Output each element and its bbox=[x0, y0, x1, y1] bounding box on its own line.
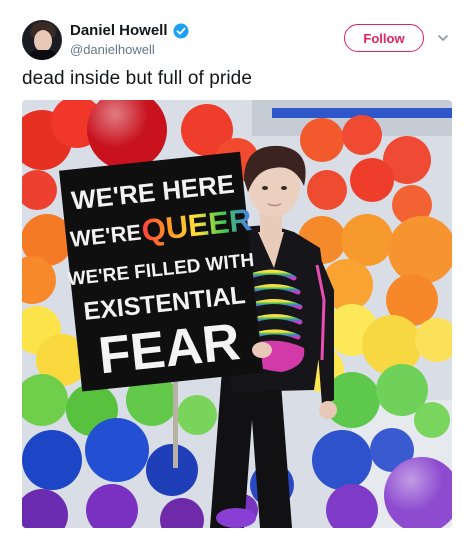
protest-sign: WE'RE HERE WE'RE QUEER WE'RE FILLED WITH… bbox=[59, 151, 264, 392]
author-handle[interactable]: @danielhowell bbox=[70, 42, 189, 57]
chevron-down-icon[interactable] bbox=[436, 31, 450, 45]
tweet-text: dead inside but full of pride bbox=[22, 68, 252, 89]
verified-badge-icon bbox=[173, 23, 189, 38]
author-avatar[interactable] bbox=[22, 20, 62, 60]
tweet-card: Daniel Howell @danielhowell Follow dead … bbox=[0, 0, 474, 538]
follow-button[interactable]: Follow bbox=[344, 24, 424, 52]
tweet-photo[interactable]: WE'RE HERE WE'RE QUEER WE'RE FILLED WITH… bbox=[22, 100, 452, 528]
author-name[interactable]: Daniel Howell bbox=[70, 22, 168, 39]
author-info: Daniel Howell @danielhowell bbox=[70, 22, 189, 57]
